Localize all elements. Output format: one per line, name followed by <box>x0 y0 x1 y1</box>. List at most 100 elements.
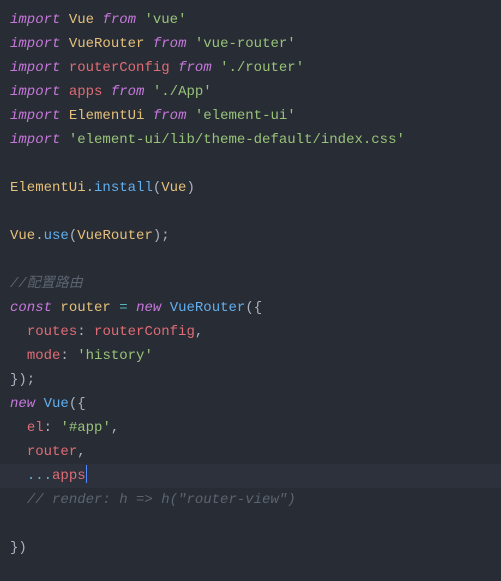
code-token: install <box>94 180 153 196</box>
code-token: }); <box>10 372 35 388</box>
code-token: }) <box>10 540 27 556</box>
code-token <box>102 84 110 100</box>
code-line[interactable] <box>10 512 491 536</box>
code-token: mode <box>27 348 61 364</box>
text-cursor <box>86 465 87 483</box>
code-token <box>10 348 27 364</box>
code-line[interactable]: routes: routerConfig, <box>10 320 491 344</box>
code-token: routes <box>27 324 77 340</box>
code-token: routerConfig <box>69 60 170 76</box>
code-token <box>10 444 27 460</box>
code-line[interactable]: router, <box>10 440 491 464</box>
code-token: ( <box>153 180 161 196</box>
code-line[interactable]: el: '#app', <box>10 416 491 440</box>
code-token <box>144 36 152 52</box>
code-token: from <box>178 60 212 76</box>
code-token <box>186 36 194 52</box>
code-token <box>60 12 68 28</box>
code-token: el <box>27 420 44 436</box>
code-token: from <box>153 108 187 124</box>
code-line[interactable]: Vue.use(VueRouter); <box>10 224 491 248</box>
code-token: import <box>10 132 60 148</box>
code-token: : <box>44 420 61 436</box>
code-token <box>60 108 68 124</box>
code-line[interactable]: //配置路由 <box>10 272 491 296</box>
code-token: const <box>10 300 52 316</box>
code-token: apps <box>69 84 103 100</box>
code-token: apps <box>52 468 86 484</box>
code-token: ElementUi <box>10 180 86 196</box>
code-token <box>10 468 27 484</box>
code-token: routerConfig <box>94 324 195 340</box>
code-line[interactable]: ...apps <box>0 464 501 488</box>
code-token: ElementUi <box>69 108 145 124</box>
code-token <box>144 108 152 124</box>
code-token <box>128 300 136 316</box>
code-line[interactable] <box>10 200 491 224</box>
code-token: 'element-ui' <box>195 108 296 124</box>
code-line[interactable]: const router = new VueRouter({ <box>10 296 491 320</box>
code-token: router <box>27 444 77 460</box>
code-token: use <box>44 228 69 244</box>
code-token: VueRouter <box>69 36 145 52</box>
code-token <box>35 396 43 412</box>
code-token: : <box>77 324 94 340</box>
code-token: VueRouter <box>170 300 246 316</box>
code-token: router <box>60 300 110 316</box>
code-token: import <box>10 84 60 100</box>
code-token <box>10 324 27 340</box>
code-token: Vue <box>69 12 94 28</box>
code-token <box>161 300 169 316</box>
code-token: ({ <box>69 396 86 412</box>
code-token: VueRouter <box>77 228 153 244</box>
code-token: , <box>195 324 203 340</box>
code-token: from <box>153 36 187 52</box>
code-token: import <box>10 108 60 124</box>
code-token: . <box>35 228 43 244</box>
code-token: import <box>10 60 60 76</box>
code-line[interactable]: mode: 'history' <box>10 344 491 368</box>
code-line[interactable]: import routerConfig from './router' <box>10 56 491 80</box>
code-token: // render: h => h("router-view") <box>27 492 296 508</box>
code-line[interactable]: import apps from './App' <box>10 80 491 104</box>
code-token: new <box>136 300 161 316</box>
code-token: , <box>77 444 85 460</box>
code-token <box>144 84 152 100</box>
code-token: ); <box>153 228 170 244</box>
code-token: ) <box>186 180 194 196</box>
code-line[interactable]: import Vue from 'vue' <box>10 8 491 32</box>
code-line[interactable] <box>10 248 491 272</box>
code-token: , <box>111 420 119 436</box>
code-token: from <box>111 84 145 100</box>
code-token: = <box>119 300 127 316</box>
code-token <box>60 132 68 148</box>
code-token: ( <box>69 228 77 244</box>
code-token: from <box>102 12 136 28</box>
code-editor[interactable]: import Vue from 'vue'import VueRouter fr… <box>10 8 491 560</box>
code-token <box>186 108 194 124</box>
code-token: ({ <box>245 300 262 316</box>
code-line[interactable]: import ElementUi from 'element-ui' <box>10 104 491 128</box>
code-line[interactable]: }) <box>10 536 491 560</box>
code-line[interactable]: ElementUi.install(Vue) <box>10 176 491 200</box>
code-line[interactable]: // render: h => h("router-view") <box>10 488 491 512</box>
code-token: './App' <box>153 84 212 100</box>
code-token: Vue <box>10 228 35 244</box>
code-token: import <box>10 12 60 28</box>
code-line[interactable]: }); <box>10 368 491 392</box>
code-line[interactable]: import VueRouter from 'vue-router' <box>10 32 491 56</box>
code-token <box>10 420 27 436</box>
code-token: . <box>86 180 94 196</box>
code-token: 'vue' <box>144 12 186 28</box>
code-token: : <box>60 348 77 364</box>
code-line[interactable]: import 'element-ui/lib/theme-default/ind… <box>10 128 491 152</box>
code-line[interactable]: new Vue({ <box>10 392 491 416</box>
code-token <box>60 36 68 52</box>
code-token: Vue <box>161 180 186 196</box>
code-token: Vue <box>44 396 69 412</box>
code-token: new <box>10 396 35 412</box>
code-token <box>60 60 68 76</box>
code-token <box>170 60 178 76</box>
code-line[interactable] <box>10 152 491 176</box>
code-token: ... <box>27 468 52 484</box>
